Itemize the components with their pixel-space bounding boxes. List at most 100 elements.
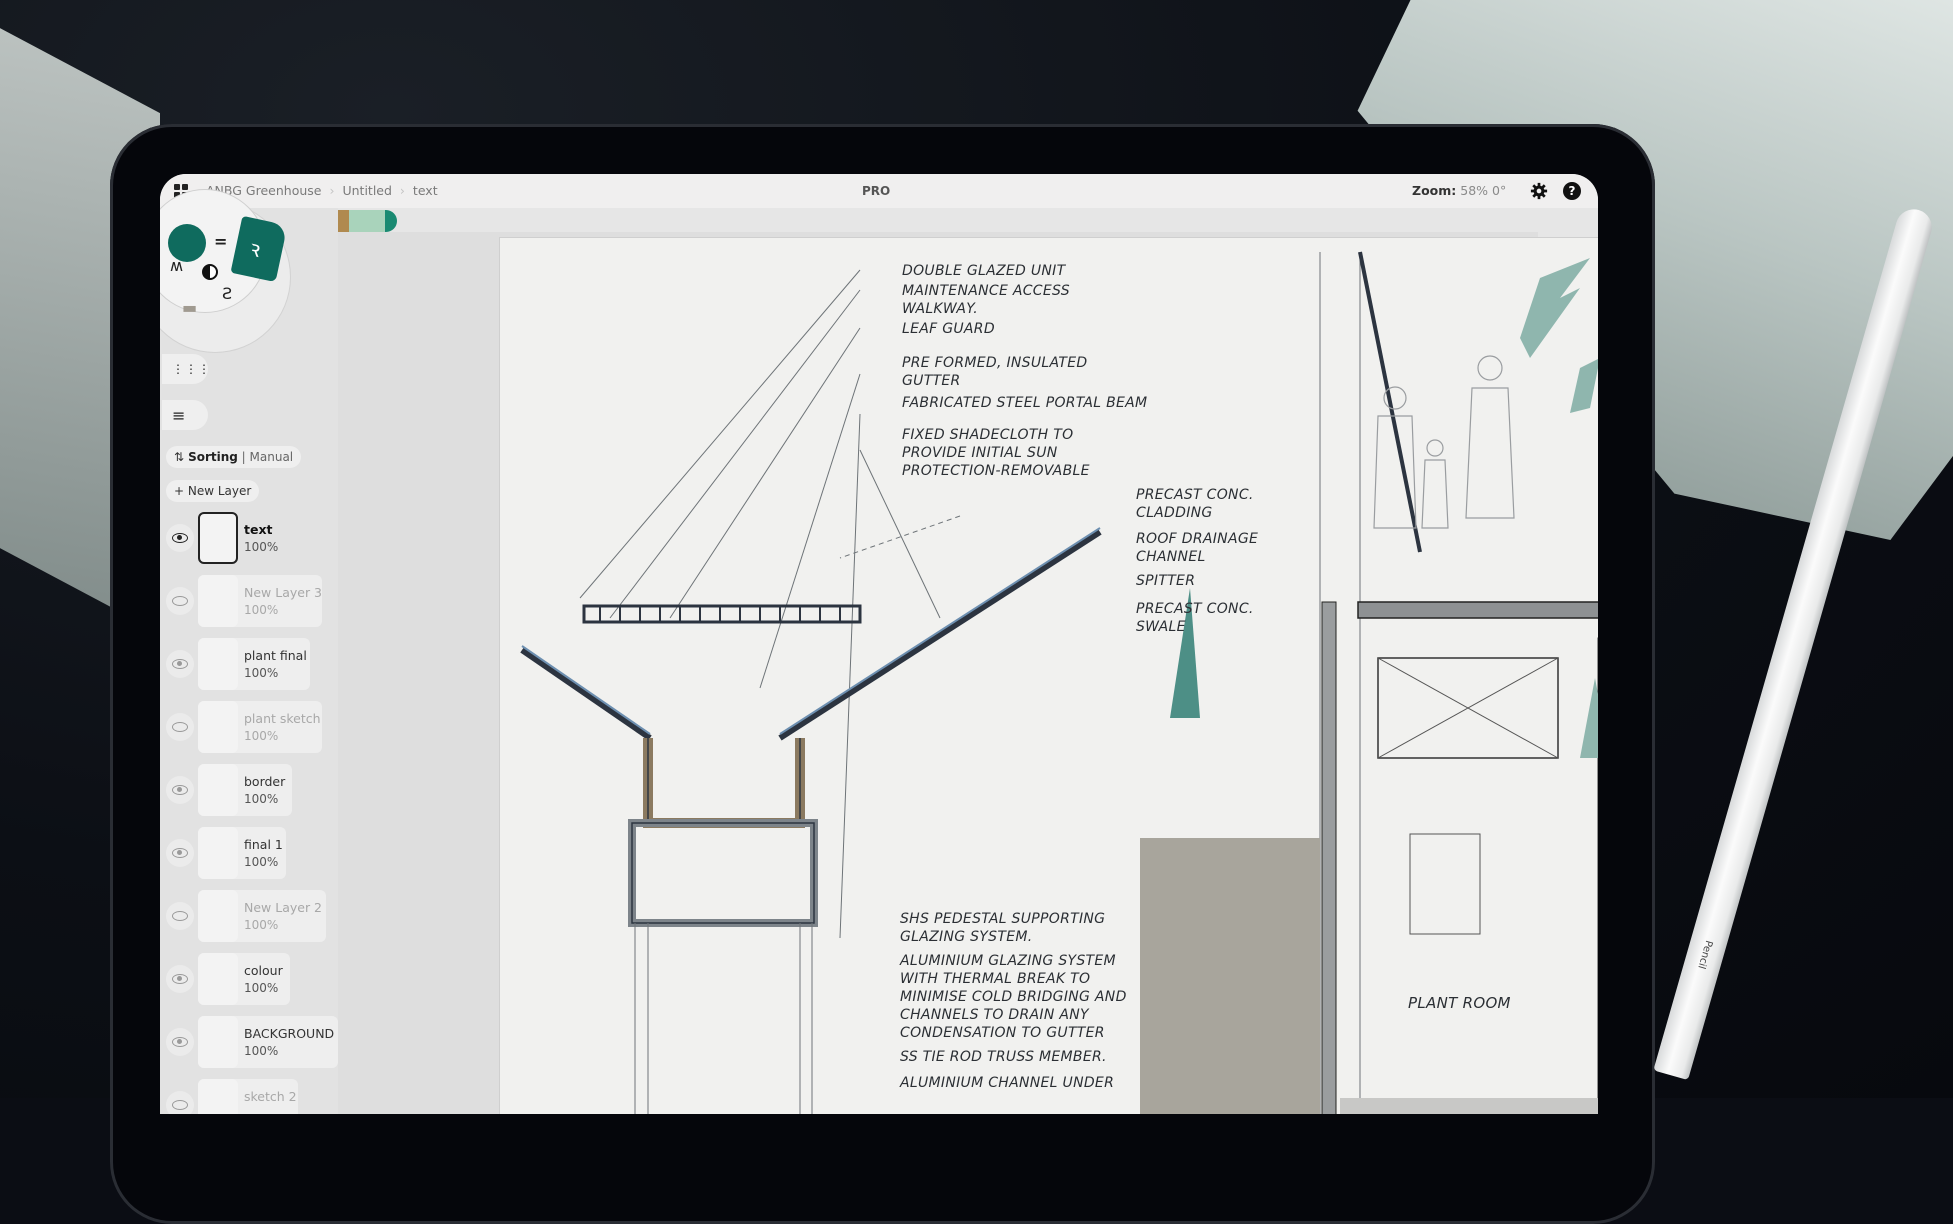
annotation-precast-cladding: PRECAST CONC. CLADDING xyxy=(1136,487,1254,521)
layer-name: plant final xyxy=(244,648,307,663)
annotation-shadecloth: FIXED SHADECLOTH TO PROVIDE INITIAL SUN … xyxy=(902,427,1090,479)
room-label: PLANT ROOM xyxy=(1408,994,1511,1012)
pencil-brush-icon[interactable]: ʍ xyxy=(170,256,183,275)
layer-thumbnail xyxy=(198,512,238,564)
layer-card[interactable]: New Layer 2 100% xyxy=(198,890,326,942)
layer-thumbnail xyxy=(198,638,238,690)
breadcrumb-layer[interactable]: text xyxy=(413,183,438,198)
layer-opacity: 100% xyxy=(244,792,279,806)
breadcrumb-document[interactable]: Untitled xyxy=(342,183,391,198)
layer-thumbnail xyxy=(198,1079,238,1114)
layer-card[interactable]: New Layer 3 100% xyxy=(198,575,322,627)
layer-name: plant sketch xyxy=(244,711,321,726)
layer-name: final 1 xyxy=(244,837,283,852)
visibility-toggle[interactable] xyxy=(166,1028,194,1056)
ink-brush-icon[interactable]: Ƨ xyxy=(222,284,232,303)
help-icon[interactable]: ? xyxy=(1563,182,1581,200)
layer-card[interactable]: text 100% xyxy=(198,512,278,564)
palette-swatch[interactable] xyxy=(349,210,385,232)
breadcrumb-separator: › xyxy=(399,183,405,198)
layer-opacity: 100% xyxy=(244,1044,279,1058)
new-layer-label: + New Layer xyxy=(174,484,252,498)
pro-badge: PRO xyxy=(862,184,891,198)
breadcrumb-separator: › xyxy=(329,183,335,198)
layer-card[interactable]: sketch 2 xyxy=(198,1079,298,1114)
visibility-toggle[interactable] xyxy=(166,776,194,804)
rotation-value: 0° xyxy=(1492,183,1507,198)
annotation-shs-pedestal: SHS PEDESTAL SUPPORTING GLAZING SYSTEM. xyxy=(900,911,1106,945)
new-layer-button[interactable]: + New Layer xyxy=(166,480,260,502)
pencil-brand: Pencil xyxy=(1695,938,1715,971)
eye-icon xyxy=(172,533,188,543)
visibility-toggle[interactable] xyxy=(166,839,194,867)
layer-row[interactable]: text 100% xyxy=(160,510,338,566)
layer-card[interactable]: BACKGROUND 100% xyxy=(198,1016,338,1068)
visibility-toggle[interactable] xyxy=(166,902,194,930)
layer-name: sketch 2 xyxy=(244,1089,297,1104)
separator: | xyxy=(237,450,250,464)
layer-row[interactable]: plant sketch 100% xyxy=(160,699,338,755)
layer-card[interactable]: plant final 100% xyxy=(198,638,310,690)
visibility-toggle[interactable] xyxy=(166,587,194,615)
contrast-icon[interactable] xyxy=(202,264,218,280)
annotation-precast-swale: PRECAST CONC. SWALE xyxy=(1136,601,1254,635)
brush-stroke-icon: ꝛ xyxy=(247,236,263,263)
layer-opacity: 100% xyxy=(244,666,279,680)
eye-icon xyxy=(172,785,188,795)
layer-thumbnail xyxy=(198,827,238,879)
annotation-aluminium-channel: ALUMINIUM CHANNEL UNDER xyxy=(900,1075,1115,1091)
visibility-toggle[interactable] xyxy=(166,965,194,993)
layer-row[interactable]: plant final 100% xyxy=(160,636,338,692)
layer-thumbnail xyxy=(198,890,238,942)
layer-thumbnail xyxy=(198,701,238,753)
layer-thumbnail xyxy=(198,764,238,816)
breadcrumb: ANBG Greenhouse › Untitled › text xyxy=(206,183,438,198)
zoom-label: Zoom: xyxy=(1412,183,1457,198)
layer-row[interactable]: sketch 2 xyxy=(160,1077,338,1114)
layer-name: New Layer 3 xyxy=(244,585,323,600)
layer-card[interactable]: border 100% xyxy=(198,764,292,816)
equals-icon[interactable]: = xyxy=(214,232,227,251)
gear-icon[interactable] xyxy=(1530,182,1548,200)
sorting-toggle[interactable]: ⇅ Sorting | Manual xyxy=(166,446,302,468)
eye-icon xyxy=(172,1037,188,1047)
layer-opacity: 100% xyxy=(244,603,279,617)
sorting-mode: Manual xyxy=(249,450,294,464)
visibility-toggle[interactable] xyxy=(166,524,194,552)
layer-row[interactable]: border 100% xyxy=(160,762,338,818)
layers-menu-button[interactable]: ≡ xyxy=(162,400,208,430)
visibility-toggle[interactable] xyxy=(166,1091,194,1114)
drawing-canvas[interactable]: DOUBLE GLAZED UNIT MAINTENANCE ACCESS WA… xyxy=(500,238,1598,1114)
grid-menu-button[interactable]: ⋮⋮⋮ xyxy=(162,354,211,384)
layer-row[interactable]: colour 100% xyxy=(160,951,338,1007)
eye-closed-icon xyxy=(172,596,188,606)
annotation-roof-drainage: ROOF DRAINAGE CHANNEL xyxy=(1136,531,1259,565)
visibility-toggle[interactable] xyxy=(166,650,194,678)
visibility-toggle[interactable] xyxy=(166,713,194,741)
top-bar: ANBG Greenhouse › Untitled › text PRO Zo… xyxy=(160,174,1598,208)
eye-closed-icon xyxy=(172,911,188,921)
palette-swatch[interactable] xyxy=(385,210,397,232)
layer-row[interactable]: New Layer 3 100% xyxy=(160,573,338,629)
app-screen: ANBG Greenhouse › Untitled › text PRO Zo… xyxy=(160,174,1598,1114)
layer-name: New Layer 2 xyxy=(244,900,323,915)
layer-row[interactable]: BACKGROUND 100% xyxy=(160,1014,338,1070)
eye-icon xyxy=(172,974,188,984)
smudge-brush-icon[interactable]: ▬ xyxy=(182,298,197,317)
zoom-readout[interactable]: Zoom: 58% 0° xyxy=(1412,183,1506,198)
layer-card[interactable]: plant sketch 100% xyxy=(198,701,322,753)
eye-closed-icon xyxy=(172,1100,188,1110)
hamburger-icon: ≡ xyxy=(172,405,186,425)
layer-row[interactable]: New Layer 2 100% xyxy=(160,888,338,944)
layer-card[interactable]: colour 100% xyxy=(198,953,290,1005)
layers-sidebar: = ꝛ ʍ Ƨ ▬ ⋮⋮⋮ ≡ ⇅ Sorting | Manual + New… xyxy=(160,190,338,1114)
annotation-gutter: PRE FORMED, INSULATED GUTTER xyxy=(902,355,1088,389)
annotation-tie-rod: SS TIE ROD TRUSS MEMBER. xyxy=(900,1049,1107,1065)
layer-card[interactable]: final 1 100% xyxy=(198,827,286,879)
eye-icon xyxy=(172,848,188,858)
canvas-area[interactable]: DOUBLE GLAZED UNIT MAINTENANCE ACCESS WA… xyxy=(338,232,1598,1114)
layer-opacity: 100% xyxy=(244,918,279,932)
annotation-double-glazed: DOUBLE GLAZED UNIT xyxy=(902,263,1066,279)
dots-grid-icon: ⋮⋮⋮ xyxy=(172,362,211,376)
layer-row[interactable]: final 1 100% xyxy=(160,825,338,881)
